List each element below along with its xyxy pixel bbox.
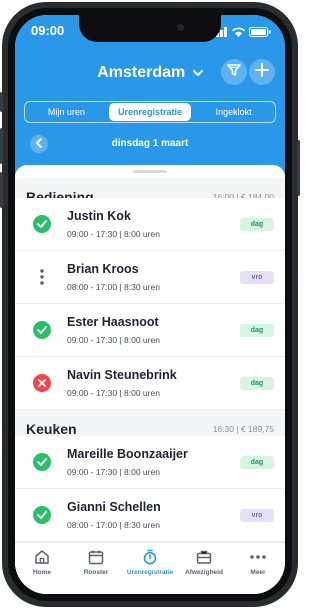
tab-label: Home xyxy=(32,569,52,576)
tab-urenregistratie-nav[interactable]: Urenregistratie xyxy=(123,543,177,594)
date-navigator: dinsdag 1 maart xyxy=(15,133,285,155)
employee-row[interactable]: Navin Steunebrink 09:00 - 17:30 | 8:00 u… xyxy=(15,357,285,410)
tab-label: Urenregistratie xyxy=(126,569,174,576)
employee-row[interactable]: Gianni Schellen 08:00 - 17:00 | 8:30 ure… xyxy=(15,489,285,542)
shift-times: 09:00 - 17:30 | 8:00 uren xyxy=(67,229,160,239)
app-screen: 09:00 Amsterdam Mijn uren Urenregistrati… xyxy=(15,15,285,594)
shift-tag: dag xyxy=(240,324,274,337)
battery-icon xyxy=(249,24,271,42)
plus-icon xyxy=(255,62,269,82)
shift-times: 09:00 - 17:30 | 8:00 uren xyxy=(67,388,160,398)
camera xyxy=(177,24,184,31)
side-button xyxy=(0,92,3,112)
calendar-icon xyxy=(88,549,104,570)
section-title: Keuken xyxy=(26,421,77,437)
chevron-down-icon xyxy=(192,59,203,87)
employee-row[interactable]: Justin Kok 09:00 - 17:30 | 8:00 uren dag xyxy=(15,198,285,251)
status-time: 09:00 xyxy=(31,23,65,38)
volume-down-button xyxy=(0,172,3,208)
filter-button[interactable] xyxy=(221,59,247,85)
employee-name: Ester Haasnoot xyxy=(67,315,159,329)
more-vertical-icon[interactable] xyxy=(33,268,51,286)
tab-afwezigheid[interactable]: Afwezigheid xyxy=(177,543,231,594)
tab-label: Afwezigheid xyxy=(185,569,223,576)
employee-name: Mareille Boonzaaijer xyxy=(67,447,188,461)
briefcase-icon xyxy=(196,549,212,570)
employee-name: Brian Kroos xyxy=(67,262,139,276)
notch xyxy=(79,15,221,42)
employee-name: Gianni Schellen xyxy=(67,500,161,514)
filter-icon xyxy=(227,63,241,82)
sheet-grabber[interactable] xyxy=(133,170,167,173)
shift-tag: dag xyxy=(240,456,274,469)
shift-times: 09:00 - 17:30 | 8:00 uren xyxy=(67,335,160,345)
tab-label: Meer xyxy=(250,569,266,576)
approved-check-icon[interactable] xyxy=(33,321,51,339)
shift-tag: vro xyxy=(240,271,274,284)
more-icon xyxy=(249,549,267,570)
employee-row[interactable]: Ester Haasnoot 09:00 - 17:30 | 8:00 uren… xyxy=(15,304,285,357)
title-row: Amsterdam xyxy=(15,59,285,87)
status-icons xyxy=(212,24,271,42)
view-tabs: Mijn uren Urenregistratie Ingeklokt xyxy=(24,101,276,123)
employee-row[interactable]: Brian Kroos 08:00 - 17:00 | 8:30 uren vr… xyxy=(15,251,285,304)
tab-label: Rooster xyxy=(83,569,109,576)
approved-check-icon[interactable] xyxy=(33,453,51,471)
shift-tag: dag xyxy=(240,218,274,231)
section-summary: 16:30 | € 189,75 xyxy=(212,424,274,434)
location-title: Amsterdam xyxy=(97,64,186,82)
tab-rooster[interactable]: Rooster xyxy=(69,543,123,594)
employee-name: Navin Steunebrink xyxy=(67,368,177,382)
approved-check-icon[interactable] xyxy=(33,215,51,233)
tab-urenregistratie[interactable]: Urenregistratie xyxy=(108,103,192,121)
shift-tag: dag xyxy=(240,377,274,390)
employee-row[interactable]: Mareille Boonzaaijer 09:00 - 17:30 | 8:0… xyxy=(15,436,285,489)
approved-check-icon[interactable] xyxy=(33,506,51,524)
volume-up-button xyxy=(0,128,3,164)
current-date: dinsdag 1 maart xyxy=(111,138,189,149)
shift-times: 09:00 - 17:30 | 8:00 uren xyxy=(67,467,160,477)
tab-home[interactable]: Home xyxy=(15,543,69,594)
shift-times: 08:00 - 17:00 | 8:30 uren xyxy=(67,282,160,292)
home-icon xyxy=(34,549,50,570)
tab-ingeklokt[interactable]: Ingeklokt xyxy=(192,102,275,122)
power-button xyxy=(297,140,300,196)
employee-name: Justin Kok xyxy=(67,209,131,223)
tab-mijn-uren[interactable]: Mijn uren xyxy=(25,102,108,122)
shift-times: 08:00 - 17:00 | 8:30 uren xyxy=(67,520,160,530)
rejected-x-icon[interactable] xyxy=(33,374,51,392)
shift-tag: vro xyxy=(240,509,274,522)
bottom-tab-bar: Home Rooster Urenregistratie Afwezigheid… xyxy=(15,542,285,594)
add-button[interactable] xyxy=(249,59,275,85)
tab-meer[interactable]: Meer xyxy=(231,543,285,594)
wifi-icon xyxy=(231,24,246,42)
stopwatch-icon xyxy=(142,549,158,570)
